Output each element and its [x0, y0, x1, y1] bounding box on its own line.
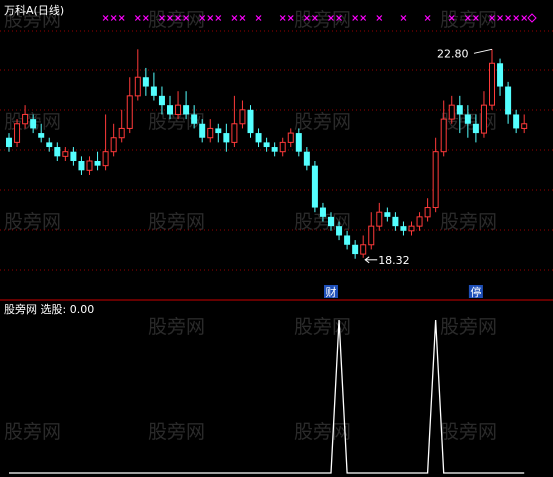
candle-body-down: [311, 165, 318, 208]
candle-body-down: [215, 128, 222, 134]
candle-body-down: [295, 133, 302, 152]
candle-body-down: [38, 133, 45, 138]
candle-body-down: [505, 86, 512, 115]
finance-badge-label: 财: [326, 285, 337, 299]
candle-body-up: [175, 104, 182, 115]
watermark-text: 股旁网: [440, 421, 497, 443]
watermark-text: 股旁网: [148, 316, 205, 338]
candle-body-down: [328, 216, 334, 227]
candle-body-up: [521, 123, 528, 129]
candle-body-down: [303, 151, 310, 166]
candle-body-up: [368, 225, 375, 246]
candle-body-down: [392, 216, 399, 227]
stock-chart: 股旁网 股旁网 股旁网 股旁网股旁网 股旁网股旁网 股旁网 股旁网 股旁网股旁网 股旁网 股旁网股…: [0, 0, 553, 477]
candle-body-up: [440, 118, 447, 153]
suspension-badge-label: 停: [470, 285, 481, 299]
watermark-text: 股旁网: [294, 316, 351, 338]
candle-body-down: [247, 109, 254, 134]
candle-body-up: [448, 104, 455, 120]
candle-body-up: [22, 113, 29, 125]
candle-body-down: [191, 114, 198, 124]
candle-body-up: [118, 127, 125, 139]
finance-badge[interactable]: 财: [324, 285, 338, 299]
candle-body-up: [480, 104, 487, 134]
candle-body-down: [271, 147, 278, 152]
candle-body-down: [78, 161, 85, 171]
candle-body-down: [344, 235, 351, 245]
high-price-label: 22.80: [437, 47, 469, 60]
candle-body-up: [14, 123, 21, 143]
candle-body-down: [352, 244, 359, 255]
candle-body-up: [424, 207, 431, 218]
candle-body-down: [94, 161, 101, 166]
watermark-text: 股旁网: [294, 421, 351, 443]
candle-body-up: [432, 151, 439, 209]
suspension-badge[interactable]: 停: [468, 285, 483, 299]
candle-body-down: [384, 212, 391, 217]
candle-body-down: [255, 133, 262, 143]
chart-title: 万科A(日线): [4, 3, 64, 17]
candle-body-down: [336, 226, 343, 236]
candle-body-up: [239, 109, 246, 125]
candle-body-up: [489, 62, 495, 106]
candle-body-up: [126, 95, 133, 129]
candle-body-down: [158, 95, 165, 106]
candle-body-up: [134, 76, 141, 97]
candle-body-down: [199, 123, 206, 138]
candle-body-up: [102, 151, 109, 167]
candle-body-down: [472, 123, 479, 134]
chart-background: [0, 0, 553, 477]
candle-body-up: [279, 141, 286, 153]
candle-body-down: [30, 119, 37, 129]
candle-body-down: [223, 133, 230, 143]
watermark-text: 股旁网: [148, 421, 205, 443]
watermark-text: 股旁网: [440, 316, 497, 338]
candle-body-down: [6, 137, 12, 148]
low-price-label: 18.32: [378, 254, 410, 267]
candle-body-down: [70, 151, 77, 161]
candle-body-down: [142, 77, 149, 87]
watermark-text: 股旁网: [4, 421, 61, 443]
candle-body-down: [46, 142, 53, 148]
candle-body-up: [62, 151, 69, 157]
candle-body-down: [150, 86, 157, 96]
candle-body-down: [54, 147, 61, 157]
indicator-label: 股旁网 选股: 0.00: [4, 302, 94, 316]
candle-body-down: [456, 105, 463, 115]
candle-body-up: [231, 123, 238, 143]
candle-body-down: [513, 114, 520, 129]
candle-body-up: [287, 132, 294, 143]
candle-body-down: [464, 114, 471, 124]
candle-body-up: [416, 216, 423, 227]
candle-body-down: [167, 105, 173, 115]
candle-body-down: [400, 226, 407, 231]
candle-body-up: [408, 225, 415, 232]
watermark-text: 股旁网: [440, 9, 497, 31]
watermark-text: 股旁网: [294, 9, 351, 31]
candle-body-up: [207, 127, 214, 139]
candle-body-down: [497, 63, 504, 87]
watermark-text: 股旁网: [294, 111, 351, 133]
candle-body-down: [319, 207, 326, 217]
candle-body-up: [376, 211, 383, 227]
candle-body-down: [183, 105, 190, 115]
candle-body-down: [263, 142, 270, 148]
candle-body-up: [110, 137, 117, 153]
candle-body-up: [86, 160, 93, 171]
candle-body-up: [360, 244, 367, 255]
